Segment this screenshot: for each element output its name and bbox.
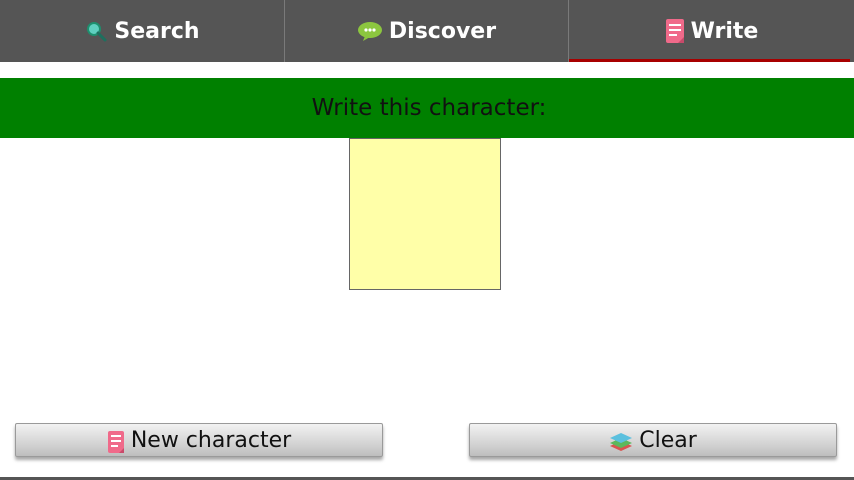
tab-search[interactable]: Search [0,0,284,62]
prompt-text: Write this character: [311,95,547,121]
tab-bar: Search Discover Write [0,0,854,62]
tab-write[interactable]: Write [568,0,854,62]
magnifier-icon [84,19,108,43]
note-icon [107,430,125,454]
clear-button[interactable]: Clear [469,423,837,457]
new-character-label: New character [130,427,292,453]
speech-bubble-icon [357,20,383,42]
tab-discover[interactable]: Discover [284,0,568,62]
tab-discover-label: Discover [388,18,497,44]
writing-canvas[interactable] [349,138,501,290]
tab-write-label: Write [690,18,759,44]
layers-icon [609,431,633,453]
note-icon [665,18,685,44]
prompt-banner: Write this character: [0,78,854,138]
new-character-button[interactable]: New character [15,423,383,457]
tab-search-label: Search [114,18,200,44]
clear-label: Clear [639,427,697,453]
